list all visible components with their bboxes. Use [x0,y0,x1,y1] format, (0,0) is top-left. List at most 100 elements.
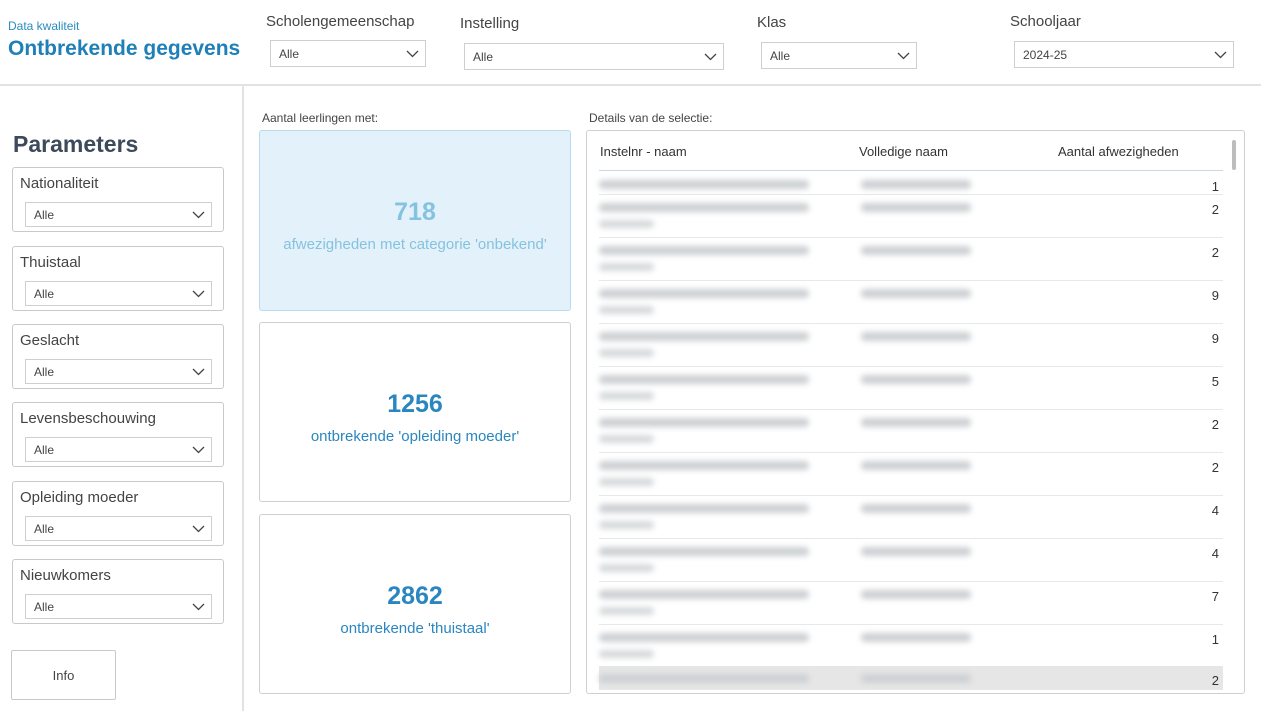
dropdown-value: Alle [473,49,494,64]
schooljaar-dropdown[interactable]: 2024-25 [1014,41,1234,68]
column-header-volledige-naam[interactable]: Volledige naam [859,144,948,159]
chevron-down-icon [185,203,211,226]
table-row[interactable]: 4 [599,496,1223,539]
param-label: Nieuwkomers [20,567,111,584]
afwezigheden-count: 7 [1211,589,1219,604]
redacted-naam [861,547,971,556]
redacted-naam [861,246,971,255]
dropdown-value: Alle [279,46,300,61]
redacted-instelling [599,418,809,427]
filter-label-schooljaar: Schooljaar [1010,13,1081,30]
redacted-naam [861,674,971,683]
redacted-instelling-line2 [599,607,654,615]
kpi-value: 2862 [387,582,443,610]
redacted-instelling [599,547,809,556]
kpi-card-opleiding-moeder[interactable]: 1256 ontbrekende 'opleiding moeder' [259,322,571,502]
redacted-naam [861,180,971,189]
opleiding-moeder-dropdown[interactable]: Alle [25,516,212,541]
geslacht-dropdown[interactable]: Alle [25,359,212,384]
table-row[interactable]: 7 [599,582,1223,625]
table-row[interactable]: 2 [599,453,1223,496]
redacted-instelling-line2 [599,650,654,658]
table-scrollbar[interactable] [1232,140,1236,170]
table-header-divider [599,170,1223,171]
afwezigheden-count: 2 [1211,202,1219,217]
table-row[interactable]: 2 [599,410,1223,453]
afwezigheden-count: 9 [1211,331,1219,346]
redacted-instelling-line2 [599,263,654,271]
details-section-label: Details van de selectie: [589,111,713,125]
chevron-down-icon [185,438,211,461]
filter-label-klas: Klas [757,14,787,31]
param-card-geslacht: Geslacht Alle [12,324,224,389]
redacted-instelling-line2 [599,349,654,357]
param-label: Nationaliteit [20,175,99,192]
table-row[interactable]: 5 [599,367,1223,410]
redacted-instelling-line2 [599,435,654,443]
param-card-levensbeschouwing: Levensbeschouwing Alle [12,402,224,467]
dropdown-value: Alle [34,286,55,301]
redacted-instelling-line2 [599,478,654,486]
redacted-instelling-line2 [599,220,654,228]
scholengemeenschap-dropdown[interactable]: Alle [270,40,426,67]
levensbeschouwing-dropdown[interactable]: Alle [25,437,212,462]
param-card-nieuwkomers: Nieuwkomers Alle [12,559,224,624]
table-row[interactable]: 4 [599,539,1223,582]
param-card-nationaliteit: Nationaliteit Alle [12,167,224,232]
thuistaal-dropdown[interactable]: Alle [25,281,212,306]
afwezigheden-count: 1 [1211,179,1219,194]
kpi-description: ontbrekende 'opleiding moeder' [310,428,520,445]
klas-dropdown[interactable]: Alle [761,42,917,69]
redacted-naam [861,590,971,599]
redacted-naam [861,289,971,298]
afwezigheden-count: 4 [1211,546,1219,561]
kpi-card-onbekend-afwezigheden[interactable]: 718 afwezigheden met categorie 'onbekend… [259,130,571,311]
redacted-instelling [599,289,809,298]
redacted-instelling [599,461,809,470]
afwezigheden-count: 2 [1211,245,1219,260]
nationaliteit-dropdown[interactable]: Alle [25,202,212,227]
param-card-thuistaal: Thuistaal Alle [12,246,224,311]
chevron-down-icon [185,595,211,618]
table-row[interactable]: 2 [599,195,1223,238]
redacted-naam [861,461,971,470]
table-row[interactable]: 9 [599,324,1223,367]
table-row[interactable]: 1 [599,172,1223,195]
param-card-opleiding-moeder: Opleiding moeder Alle [12,481,224,546]
redacted-instelling [599,590,809,599]
kpi-description: ontbrekende 'thuistaal' [340,620,490,637]
redacted-instelling-line2 [599,564,654,572]
column-header-instelnr-naam[interactable]: Instelnr - naam [600,144,687,159]
redacted-naam [861,504,971,513]
afwezigheden-count: 9 [1211,288,1219,303]
table-row[interactable]: 2 [599,666,1223,690]
redacted-instelling-line2 [599,521,654,529]
table-row[interactable]: 9 [599,281,1223,324]
chevron-down-icon [185,517,211,540]
info-button[interactable]: Info [11,650,116,700]
redacted-naam [861,418,971,427]
column-header-aantal-afwezigheden[interactable]: Aantal afwezigheden [1058,144,1179,159]
redacted-instelling [599,203,809,212]
table-row[interactable]: 2 [599,238,1223,281]
dropdown-value: Alle [34,442,55,457]
chevron-down-icon [1207,42,1233,67]
redacted-instelling [599,246,809,255]
param-label: Geslacht [20,332,80,349]
afwezigheden-count: 2 [1211,673,1219,688]
table-row[interactable]: 1 [599,625,1223,668]
kpi-section-label: Aantal leerlingen met: [262,111,379,125]
nieuwkomers-dropdown[interactable]: Alle [25,594,212,619]
redacted-instelling [599,633,809,642]
redacted-instelling [599,674,809,683]
instelling-dropdown[interactable]: Alle [464,43,724,70]
filter-label-instelling: Instelling [460,15,520,32]
kpi-card-thuistaal[interactable]: 2862 ontbrekende 'thuistaal' [259,514,571,694]
param-label: Levensbeschouwing [20,410,156,427]
redacted-instelling-line2 [599,392,654,400]
page-title: Ontbrekende gegevens [8,37,241,60]
afwezigheden-count: 2 [1211,460,1219,475]
afwezigheden-count: 2 [1211,417,1219,432]
chevron-down-icon [697,44,723,69]
redacted-naam [861,332,971,341]
